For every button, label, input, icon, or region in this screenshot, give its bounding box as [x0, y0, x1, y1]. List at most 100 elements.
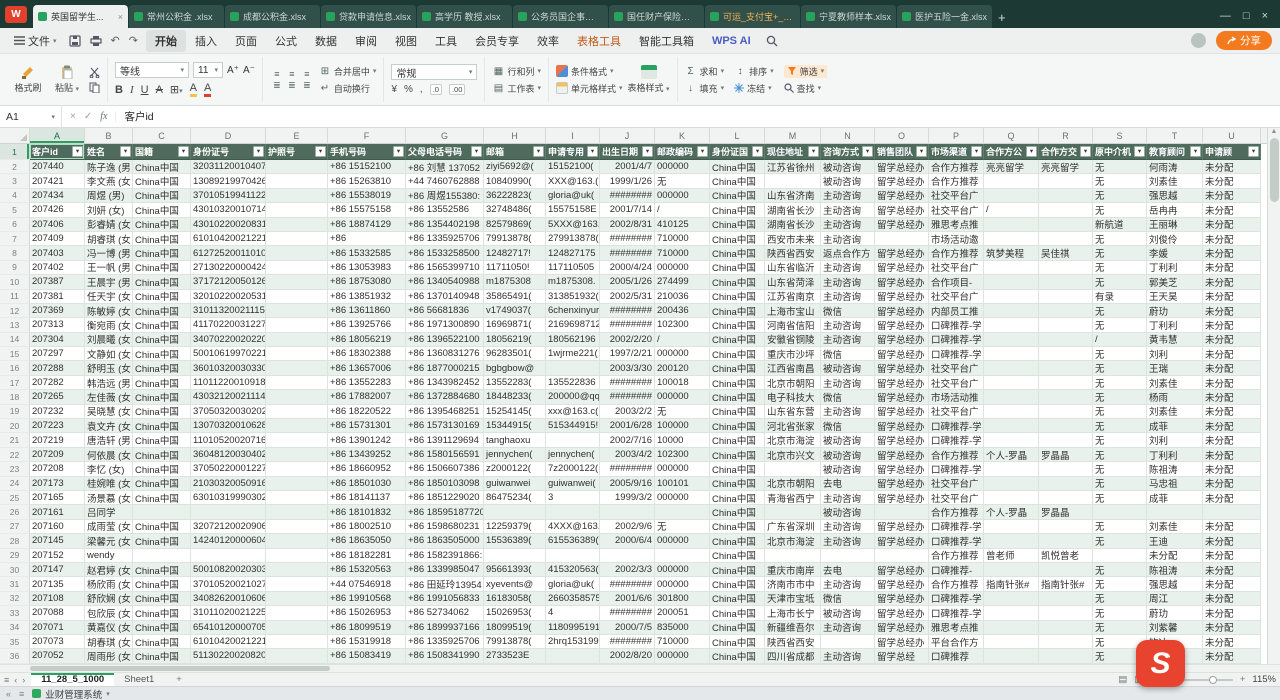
cell[interactable]: 未分配 [1203, 462, 1261, 476]
cell[interactable]: 社交平台广 [929, 405, 984, 419]
cell[interactable]: 罗晶晶 [1039, 448, 1093, 462]
header-cell[interactable]: 销售团队▾ [875, 144, 929, 160]
cell[interactable]: 杨欣雨 (女 [85, 577, 133, 591]
cell[interactable]: 2733523E [484, 649, 546, 663]
merge-center-button[interactable]: ⊞合并居中▾ [319, 65, 377, 78]
cell[interactable]: guiwanwei( [546, 477, 600, 491]
cell[interactable]: 被动咨询 [821, 448, 875, 462]
cell[interactable] [546, 549, 600, 563]
cell[interactable]: 杨雨 [1147, 390, 1203, 404]
cell[interactable]: 2000/4/24 [600, 261, 655, 275]
cell[interactable]: 口碑推荐-学 [929, 347, 984, 361]
cell[interactable]: 留学总经办 [875, 160, 929, 174]
cut-icon[interactable] [89, 67, 100, 78]
cell[interactable] [655, 549, 710, 563]
column-header[interactable]: I [546, 128, 600, 143]
cell[interactable]: China中国 [710, 218, 765, 232]
cell[interactable]: China中国 [133, 361, 191, 375]
cell[interactable]: 山东省东营 [765, 405, 821, 419]
cell[interactable] [266, 649, 328, 663]
cell[interactable] [984, 232, 1039, 246]
cell[interactable] [1039, 592, 1093, 606]
file-menu-button[interactable]: 文件▾ [8, 31, 63, 51]
header-cell[interactable]: 父母电话号码▾ [406, 144, 484, 160]
cell[interactable]: 207208 [30, 462, 85, 476]
cell[interactable]: 口碑推荐-学 [929, 534, 984, 548]
cell[interactable]: m1875308 [484, 275, 546, 289]
cell[interactable]: 207426 [30, 203, 85, 217]
row-number[interactable]: 5 [0, 203, 30, 217]
cell[interactable]: +86 18501030 [328, 477, 406, 491]
cell[interactable]: 北京市兴文 [765, 448, 821, 462]
cell[interactable]: 000000 [655, 649, 710, 663]
cell[interactable]: China中国 [133, 419, 191, 433]
cell[interactable] [984, 347, 1039, 361]
cell[interactable]: 000000 [655, 390, 710, 404]
cell[interactable] [984, 333, 1039, 347]
cell[interactable]: China中国 [133, 477, 191, 491]
cell[interactable] [765, 174, 821, 188]
cell[interactable]: 210303200509160922 [191, 477, 266, 491]
cell[interactable]: 无 [655, 405, 710, 419]
cell[interactable]: 未分配 [1203, 361, 1261, 375]
cell[interactable]: 丁利利 [1147, 448, 1203, 462]
find-button[interactable]: 查找▾ [784, 82, 828, 95]
cell[interactable]: 平台合作方 [929, 635, 984, 649]
cell[interactable]: 2hrq153199 [546, 635, 600, 649]
cell[interactable]: 18099519( [484, 621, 546, 635]
cell[interactable]: China中国 [710, 232, 765, 246]
cell[interactable]: +86 1396522100 [406, 333, 484, 347]
cell[interactable] [266, 577, 328, 591]
row-number[interactable]: 15 [0, 347, 30, 361]
cell[interactable]: China中国 [710, 520, 765, 534]
cell[interactable]: 207406 [30, 218, 85, 232]
cell[interactable] [984, 189, 1039, 203]
cell[interactable]: 无 [1093, 621, 1147, 635]
cell[interactable] [984, 520, 1039, 534]
cell[interactable]: 留学总经办 [875, 218, 929, 232]
cell[interactable]: 北京市海淀 [765, 433, 821, 447]
cell[interactable]: 内部员工推 [929, 304, 984, 318]
cell[interactable]: 500108200203035125 [191, 563, 266, 577]
header-cell[interactable]: 护照号▾ [266, 144, 328, 160]
cell[interactable]: 310113200211152925 [191, 304, 266, 318]
cell[interactable]: China中国 [133, 621, 191, 635]
cell[interactable]: 周江 [1147, 592, 1203, 606]
cell[interactable]: 未分配 [1203, 390, 1261, 404]
zoom-slider-handle[interactable] [1209, 676, 1217, 684]
document-tab[interactable]: 英国留学生...× [33, 5, 128, 28]
cell[interactable]: 西安市未来 [765, 232, 821, 246]
filter-button[interactable]: ▾ [1026, 146, 1037, 157]
cell[interactable]: 留学总经办 [875, 390, 929, 404]
cell[interactable]: China中国 [710, 621, 765, 635]
cell[interactable]: 未分配 [1203, 347, 1261, 361]
worksheet-button[interactable]: ▤工作表▾ [492, 82, 541, 95]
cell[interactable]: 冯一博 (男 [85, 246, 133, 260]
row-number[interactable]: 13 [0, 318, 30, 332]
cell[interactable] [984, 405, 1039, 419]
cell[interactable]: 留学总经办 [875, 577, 929, 591]
cell[interactable] [1039, 649, 1093, 663]
cell[interactable]: 胡春琪 (女 [85, 635, 133, 649]
user-avatar[interactable] [1191, 33, 1206, 48]
insert-function-icon[interactable]: fx [100, 111, 107, 122]
cell[interactable] [1039, 405, 1093, 419]
column-header[interactable]: H [484, 128, 546, 143]
currency-icon[interactable]: ¥ [391, 84, 397, 95]
filter-button[interactable]: ▾ [642, 146, 653, 157]
cell[interactable]: +86 1370140948 [406, 290, 484, 304]
menu-tab[interactable]: 会员专享 [466, 30, 528, 52]
row-number[interactable]: 8 [0, 246, 30, 260]
cell[interactable]: 曾老师 [984, 549, 1039, 563]
cell[interactable]: 615536389( [546, 534, 600, 548]
cell[interactable]: China中国 [710, 549, 765, 563]
cell[interactable]: 北京市朝阳 [765, 477, 821, 491]
cell[interactable]: 411702200312270822 [191, 318, 266, 332]
cell[interactable] [266, 534, 328, 548]
filter-button[interactable]: ▾ [916, 146, 927, 157]
cell[interactable]: 207145 [30, 534, 85, 548]
cell[interactable]: 207219 [30, 433, 85, 447]
filter-button[interactable]: ▾ [471, 146, 482, 157]
cell[interactable]: ######## [600, 390, 655, 404]
cell[interactable] [266, 304, 328, 318]
